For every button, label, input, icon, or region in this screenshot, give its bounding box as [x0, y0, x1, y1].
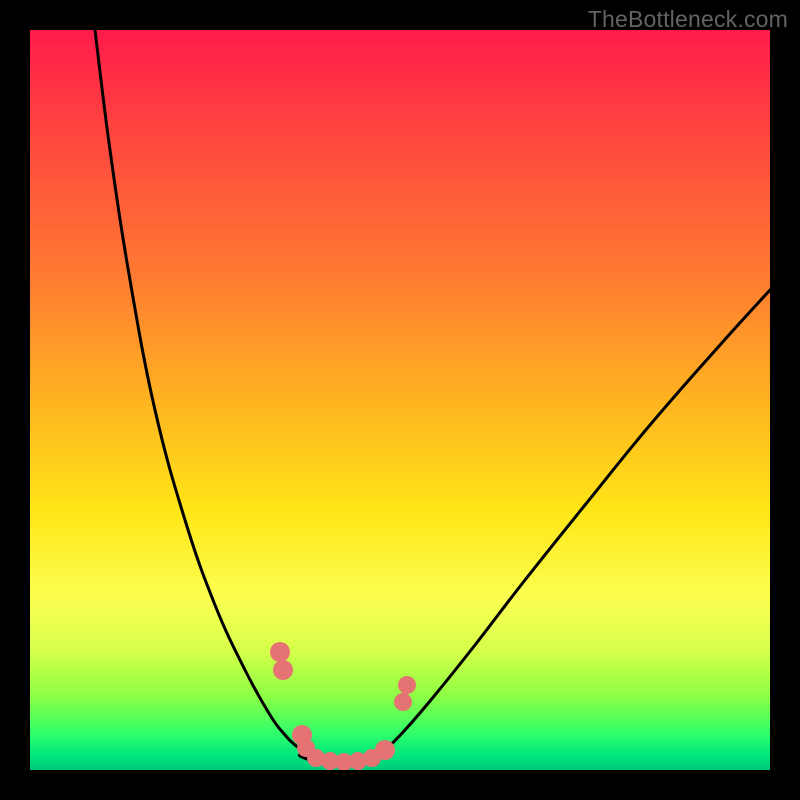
chart-stage: TheBottleneck.com: [0, 0, 800, 800]
curve-layer: [30, 30, 770, 770]
curve-path-group: [95, 30, 770, 763]
data-marker: [398, 676, 416, 694]
plot-area: [30, 30, 770, 770]
watermark-label: TheBottleneck.com: [588, 6, 788, 33]
data-marker: [375, 740, 395, 760]
data-marker: [273, 660, 293, 680]
marker-group: [270, 642, 416, 770]
data-marker: [394, 693, 412, 711]
data-marker: [270, 642, 290, 662]
bottleneck-curve: [95, 30, 770, 763]
